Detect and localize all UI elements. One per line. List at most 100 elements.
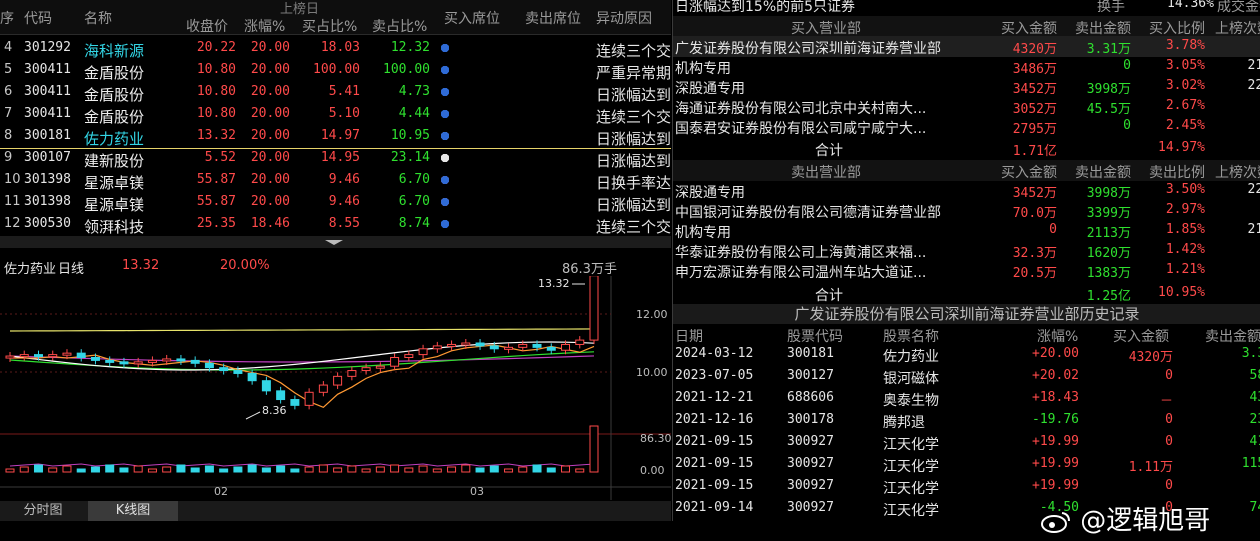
hist-sell: 239 [1249, 412, 1260, 427]
dept-ratio: 1.21% [1165, 262, 1205, 277]
dept-ratio: 2.67% [1165, 98, 1205, 113]
history-row[interactable]: 2021-09-15 300927 江天化学 +19.99 1.11万 1159 [673, 454, 1260, 475]
candle [147, 359, 157, 363]
sell-ratio: 12.32 [390, 40, 430, 55]
buy-dept-row[interactable]: 机构专用 3486万 0 3.05% 213 [673, 56, 1260, 77]
history-row[interactable]: 2021-12-16 300178 腾邦退 -19.76 0 239 [673, 410, 1260, 431]
stock-name: 金盾股份 [84, 86, 145, 104]
volume-bar [432, 468, 442, 473]
hist-sell: 746 [1249, 500, 1260, 515]
col-buy-pct[interactable]: 买占比% [302, 16, 357, 36]
volume-bar [105, 464, 115, 473]
dept-name: 申万宏源证券有限公司温州车站大道证... [675, 265, 927, 281]
sell-dept-row[interactable]: 申万宏源证券有限公司温州车站大道证... 20.5万 1383万 1.21% [673, 260, 1260, 281]
buy-col-sell: 卖出金额 [1075, 21, 1131, 37]
stock-code: 301292 [24, 40, 71, 55]
reason-text: 严重异常期 [596, 64, 671, 82]
volume-bar [461, 464, 471, 473]
sell-dept-row[interactable]: 华泰证券股份有限公司上海黄浦区来福... 32.3万 1620万 1.42% [673, 240, 1260, 261]
col-sell-seats[interactable]: 卖出席位 [525, 8, 581, 28]
tab-intraday[interactable]: 分时图 [0, 501, 86, 521]
tab-kline[interactable]: K线图 [88, 501, 178, 521]
seat-dot-icon [441, 220, 449, 228]
col-code[interactable]: 代码 [24, 8, 52, 28]
candle [390, 357, 400, 367]
volume-bar [546, 467, 556, 473]
list-row[interactable]: 12 300530 领湃科技 25.35 18.46 8.55 8.74 连续三个交 [0, 214, 671, 236]
list-row[interactable]: 10 301398 星源卓镁 55.87 20.00 9.46 6.70 日换手率达 [0, 170, 671, 192]
buy-dept-row[interactable]: 海通证券股份有限公司北京中关村南大... 3052万 45.5万 2.67% 1 [673, 96, 1260, 117]
change-pct: 20.00 [250, 172, 290, 187]
seat-dot-icon [441, 198, 449, 206]
buy-ratio: 8.55 [328, 216, 360, 231]
chart-price: 13.32 [122, 258, 160, 273]
sell-dept-row[interactable]: 中国银河证券股份有限公司德清证券营业部 70.0万 3399万 2.97% [673, 200, 1260, 221]
hist-chg: +19.99 [1032, 456, 1079, 471]
list-row[interactable]: 6 300411 金盾股份 10.80 20.00 5.41 4.73 日涨幅达到 [0, 82, 671, 104]
sell-dept-row[interactable]: 机构专用 0 2113万 1.85% 213 [673, 220, 1260, 241]
splitter-bar[interactable] [0, 236, 671, 248]
dept-name: 深股通专用 [675, 185, 745, 201]
buy-col-buy: 买入金额 [1001, 21, 1057, 37]
reason-text: 日涨幅达到 [596, 86, 671, 104]
kline-chart[interactable]: 13.32 8.36 12.00 10.00 86.30 0.00 02 03 [0, 276, 671, 500]
volume-ma-line [9, 463, 595, 467]
stock-code: 300530 [24, 216, 71, 231]
col-buy-seats[interactable]: 买入席位 [444, 8, 500, 28]
candle [76, 352, 86, 359]
history-row[interactable]: 2024-03-12 300181 佐力药业 +20.00 4320万 3.31 [673, 344, 1260, 365]
seat-dot-icon [441, 88, 449, 96]
candle [575, 339, 585, 345]
history-row[interactable]: 2023-07-05 300127 银河磁体 +20.02 0 585 [673, 366, 1260, 387]
seat-dot-icon [441, 44, 449, 52]
collapse-arrow-icon[interactable] [325, 240, 343, 245]
candle [247, 372, 257, 382]
list-row[interactable]: 7 300411 金盾股份 10.80 20.00 5.10 4.44 连续三个交 [0, 104, 671, 126]
col-name[interactable]: 名称 [84, 8, 112, 28]
weibo-logo-icon [1040, 510, 1072, 534]
hist-buy: 1.11万 [1128, 460, 1173, 475]
col-chg[interactable]: 涨幅% [244, 16, 285, 36]
buy-dept-row[interactable]: 国泰君安证券股份有限公司咸宁咸宁大... 2795万 0 2.45% 2 [673, 116, 1260, 137]
stock-code: 300411 [24, 106, 71, 121]
list-row[interactable]: 11 301398 星源卓镁 55.87 20.00 9.46 6.70 日涨幅达到 [0, 192, 671, 214]
history-row[interactable]: 2021-09-15 300927 江天化学 +19.99 0 2 [673, 476, 1260, 497]
col-sell-pct[interactable]: 卖占比% [372, 16, 427, 36]
hist-code: 688606 [787, 390, 834, 405]
row-index: 5 [4, 62, 13, 77]
sell-ratio: 6.70 [398, 194, 430, 209]
candle [589, 276, 599, 341]
candle [233, 370, 243, 374]
buy-table-header: 买入营业部 买入金额 卖出金额 买入比例 上榜次数 [673, 16, 1260, 37]
list-row[interactable]: 5 300411 金盾股份 10.80 20.00 100.00 100.00 严重异常期 [0, 60, 671, 82]
sell-col-sell: 卖出金额 [1075, 165, 1131, 181]
chart-period[interactable]: 日线 [58, 258, 84, 277]
dept-sell: 0 [1123, 58, 1131, 73]
candle [133, 361, 143, 365]
buy-dept-row[interactable]: 广发证券股份有限公司深圳前海证券营业部 4320万 3.31万 3.78% [673, 36, 1260, 57]
list-row[interactable]: 9 300107 建新股份 5.52 20.00 14.95 23.14 日涨幅达到 [0, 148, 671, 170]
sell-dept-row[interactable]: 深股通专用 3452万 3998万 3.50% 222 [673, 180, 1260, 201]
volume-bar [404, 467, 414, 473]
volume-bar [261, 467, 271, 473]
dept-ratio: 2.97% [1165, 202, 1205, 217]
hist-buy: 0 [1165, 368, 1173, 383]
buy-total-ratio: 14.97% [1158, 140, 1205, 155]
hist-buy: 0 [1165, 478, 1173, 493]
list-row[interactable]: 8 300181 佐力药业 13.32 20.00 14.97 10.95 日涨幅达到 [0, 126, 671, 148]
col-reason[interactable]: 异动原因 [596, 8, 652, 28]
candle [504, 346, 514, 350]
col-close[interactable]: 收盘价 [186, 16, 228, 36]
candle [290, 399, 300, 406]
candle [162, 358, 172, 362]
col-idx[interactable]: 序 [0, 8, 14, 28]
hist-sell: 585 [1249, 368, 1260, 383]
history-row[interactable]: 2021-09-15 300927 江天化学 +19.99 0 410 [673, 432, 1260, 453]
volume-bar [5, 468, 15, 473]
hist-buy: 4320万 [1128, 350, 1173, 365]
close-price: 10.80 [196, 62, 236, 77]
history-row[interactable]: 2021-12-21 688606 奥泰生物 +18.43 － 431 [673, 388, 1260, 409]
buy-dept-row[interactable]: 深股通专用 3452万 3998万 3.02% 222 [673, 76, 1260, 97]
list-row[interactable]: 4 301292 海科新源 20.22 20.00 18.03 12.32 连续三个交 [0, 38, 671, 60]
x-label-mar: 03 [470, 485, 484, 498]
